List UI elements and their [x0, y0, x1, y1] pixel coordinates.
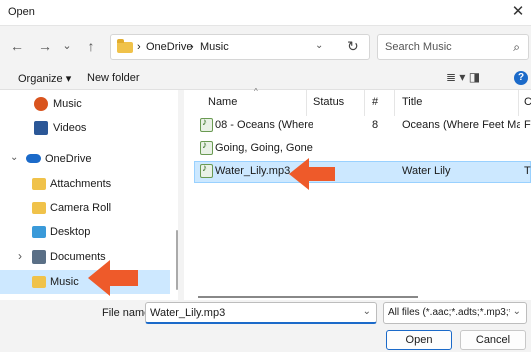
music-icon: [34, 97, 48, 111]
chevron-down-icon[interactable]: ⌄: [10, 152, 18, 163]
file-name: Water_Lily.mp3: [215, 165, 291, 177]
column-header-contributing-artists[interactable]: C: [524, 96, 531, 108]
file-type-select[interactable]: All files (*.aac;*.adts;*.mp3;*.m4 ⌄: [383, 302, 527, 324]
file-title: Oceans (Where Feet May ...: [402, 119, 520, 131]
file-list: Name ^ Status # Title C 08 - Oceans (Whe…: [184, 87, 531, 300]
close-icon[interactable]: ✕: [509, 2, 527, 22]
file-name-value: Water_Lily.mp3: [150, 307, 226, 319]
folder-icon: [117, 39, 133, 53]
open-button[interactable]: Open: [386, 330, 452, 350]
sidebar-item-desktop[interactable]: Desktop: [0, 220, 170, 244]
column-divider[interactable]: [364, 90, 365, 116]
desktop-icon: [32, 226, 46, 238]
chevron-down-icon[interactable]: ⌄: [315, 40, 323, 51]
sidebar-item-label: Attachments: [50, 178, 112, 190]
file-title: Water Lily: [402, 165, 451, 177]
file-name: Going, Going, Gone...: [215, 142, 313, 154]
file-artist: F: [524, 119, 531, 131]
window-title: Open: [8, 6, 35, 18]
sidebar-item-label: OneDrive: [45, 153, 92, 165]
column-header-status[interactable]: Status: [313, 96, 344, 108]
address-bar[interactable]: › OneDrive › Music ⌄ ↻: [110, 34, 370, 60]
sidebar-item-label: Music: [50, 276, 79, 288]
back-arrow-icon[interactable]: ←: [8, 36, 26, 56]
new-folder-button[interactable]: New folder: [87, 72, 140, 84]
file-name: 08 - Oceans (Where...: [215, 119, 313, 131]
column-header-title[interactable]: Title: [402, 96, 422, 108]
sidebar-item-label: Music: [53, 98, 82, 110]
annotation-arrow-icon: [88, 260, 138, 296]
chevron-right-icon[interactable]: ›: [18, 249, 22, 263]
cancel-button[interactable]: Cancel: [460, 330, 526, 350]
navigation-bar: ← → ⌄ ↑ › OneDrive › Music ⌄ ↻ Search Mu…: [0, 26, 531, 66]
documents-icon: [32, 250, 46, 264]
sidebar-item-videos[interactable]: Videos: [0, 116, 170, 140]
file-row-selected[interactable]: Water_Lily.mp3 Water Lily T: [194, 161, 531, 183]
breadcrumb-music[interactable]: Music: [200, 41, 229, 53]
column-header-name[interactable]: Name: [208, 96, 237, 108]
search-placeholder: Search Music: [385, 41, 452, 53]
file-row[interactable]: Going, Going, Gone...: [194, 138, 531, 160]
search-icon[interactable]: ⌕: [513, 40, 520, 55]
chevron-down-icon[interactable]: ⌄: [363, 306, 371, 317]
sidebar-item-music[interactable]: Music: [0, 92, 170, 116]
forward-arrow-icon[interactable]: →: [36, 36, 54, 56]
audio-file-icon: [200, 163, 213, 178]
sidebar-item-camera-roll[interactable]: Camera Roll: [0, 196, 170, 220]
file-row[interactable]: 08 - Oceans (Where... 8 Oceans (Where Fe…: [194, 115, 531, 137]
chevron-down-icon[interactable]: ⌄: [513, 306, 521, 317]
annotation-arrow-icon: [289, 158, 335, 190]
help-icon[interactable]: ?: [514, 71, 528, 85]
audio-file-icon: [200, 140, 213, 155]
music-folder-icon: [32, 276, 46, 288]
audio-file-icon: [200, 117, 213, 132]
sidebar-item-label: Videos: [53, 122, 87, 134]
up-arrow-icon[interactable]: ↑: [82, 36, 100, 56]
sidebar-item-documents[interactable]: › Documents: [0, 245, 170, 269]
horizontal-scrollbar[interactable]: [198, 296, 418, 298]
file-name-field[interactable]: Water_Lily.mp3 ⌄: [145, 302, 377, 324]
sidebar-item-music-folder[interactable]: Music: [0, 270, 170, 294]
command-bar: Organize ▾ New folder ≣ ▾ ◨ ?: [0, 66, 531, 90]
sidebar-item-attachments[interactable]: Attachments: [0, 172, 170, 196]
refresh-icon[interactable]: ↻: [347, 38, 359, 55]
sidebar-item-onedrive[interactable]: ⌄ OneDrive: [0, 147, 170, 171]
dialog-footer: File name: Water_Lily.mp3 ⌄ All files (*…: [0, 300, 531, 352]
breadcrumb-separator: ›: [190, 41, 194, 53]
videos-icon: [34, 121, 48, 135]
onedrive-icon: [26, 154, 41, 163]
file-artist: T: [524, 165, 531, 177]
folder-icon: [32, 178, 46, 190]
sidebar-item-label: Desktop: [50, 226, 91, 238]
recent-locations-icon[interactable]: ⌄: [58, 36, 76, 56]
column-divider[interactable]: [394, 90, 395, 116]
column-divider[interactable]: [518, 90, 519, 116]
sort-indicator-icon: ^: [254, 87, 258, 96]
breadcrumb-onedrive[interactable]: OneDrive: [146, 41, 192, 53]
organize-button[interactable]: Organize ▾: [18, 72, 71, 85]
title-bar: Open ✕: [0, 0, 531, 26]
file-track-number: 8: [372, 119, 379, 131]
view-options-icon[interactable]: ≣ ▾ ◨: [446, 70, 480, 84]
column-header-number[interactable]: #: [372, 96, 378, 108]
search-input[interactable]: Search Music ⌕: [377, 34, 529, 60]
file-type-value: All files (*.aac;*.adts;*.mp3;*.m4: [388, 307, 510, 318]
sidebar-item-label: Camera Roll: [50, 202, 112, 214]
column-divider[interactable]: [306, 90, 307, 116]
folder-icon: [32, 202, 46, 214]
breadcrumb-separator: ›: [137, 41, 141, 53]
